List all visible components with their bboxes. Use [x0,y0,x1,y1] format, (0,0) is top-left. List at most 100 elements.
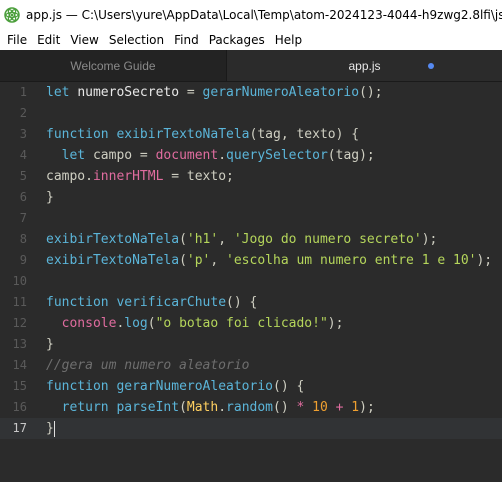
code-line[interactable]: 6} [0,187,502,208]
line-number: 7 [19,211,27,225]
line-number: 10 [12,274,27,288]
code-token: innerHTML [92,169,164,184]
line-number: 5 [19,169,27,183]
code-token: campo = [85,148,156,163]
menu-file[interactable]: File [0,33,32,47]
code-token: "o botao foi clicado!" [155,316,328,331]
menu-selection[interactable]: Selection [104,33,169,47]
code-token: return [61,400,109,415]
line-number: 9 [19,253,27,267]
code-line[interactable]: 2 [0,103,502,124]
code-editor[interactable]: 1 let numeroSecreto = gerarNumeroAleatori… [0,82,502,482]
line-number: 16 [12,400,27,414]
line-number: 4 [19,148,27,162]
code-text: } [46,334,54,355]
line-number: 17 [12,421,27,435]
code-line[interactable]: 3 function exibirTextoNaTela(tag, texto) … [0,124,502,145]
menu-packages[interactable]: Packages [204,33,270,47]
code-line[interactable]: 1 let numeroSecreto = gerarNumeroAleatori… [0,82,502,103]
code-line[interactable]: 15 function gerarNumeroAleatorio() { [0,376,502,397]
code-text: let numeroSecreto = gerarNumeroAleatorio… [46,82,383,103]
code-token: 'h1' [186,232,219,247]
code-token: random [226,400,274,415]
line-number: 15 [12,379,27,393]
code-token: } [46,337,54,352]
line-number: 11 [12,295,27,309]
code-token: numeroSecreto [77,85,180,100]
title-bar: app.js — C:\Users\yure\AppData\Local\Tem… [0,0,502,30]
line-number: 1 [19,85,27,99]
unsaved-dot-icon[interactable] [428,63,434,69]
code-text: return parseInt(Math.random() * 10 + 1); [46,397,375,418]
code-text: console.log("o botao foi clicado!"); [46,313,344,334]
tab-welcome-guide[interactable]: Welcome Guide [0,50,227,81]
menu-view[interactable]: View [65,33,103,47]
tab-app-js-label: app.js [348,58,381,73]
code-line[interactable]: 16 return parseInt(Math.random() * 10 + … [0,397,502,418]
code-text: } [46,418,55,439]
tab-app-js[interactable]: app.js [227,50,502,81]
code-token: function [46,295,109,310]
code-line[interactable]: 14 //gera um numero aleatorio [0,355,502,376]
code-line[interactable]: 17} [0,418,502,439]
code-token: exibirTextoNaTela [46,253,180,268]
code-token: . [218,148,227,163]
code-token: 'Jogo do numero secreto' [233,232,422,247]
code-token: campo. [46,169,93,184]
code-text: function gerarNumeroAleatorio() { [46,376,304,397]
code-text: //gera um numero aleatorio [46,355,250,376]
code-token: } [46,421,54,436]
code-line[interactable]: 4 let campo = document.querySelector(tag… [0,145,502,166]
menu-bar: File Edit View Selection Find Packages H… [0,30,502,50]
code-text: function exibirTextoNaTela(tag, texto) { [46,124,359,145]
code-token: } [46,190,54,205]
code-token: ( [147,316,156,331]
code-token: let [46,85,70,100]
code-text: exibirTextoNaTela('h1', 'Jogo do numero … [46,229,437,250]
code-text: function verificarChute() { [46,292,257,313]
code-line[interactable]: 7 [0,208,502,229]
code-token: verificarChute [116,295,227,310]
menu-edit[interactable]: Edit [32,33,65,47]
line-number: 13 [12,337,27,351]
code-text: let campo = document.querySelector(tag); [46,145,375,166]
code-text: } [46,187,54,208]
tab-bar: Welcome Guide app.js [0,50,502,82]
code-token: function [46,127,109,142]
window-title: app.js — C:\Users\yure\AppData\Local\Tem… [26,8,502,22]
menu-find[interactable]: Find [169,33,204,47]
code-token: ); [359,400,375,415]
code-line[interactable]: 5 campo.innerHTML = texto; [0,166,502,187]
code-token: querySelector [226,148,328,163]
code-token: (tag, texto) { [249,127,360,142]
code-token: console [61,316,117,331]
code-token: ( [179,400,187,415]
code-token: 10 [312,400,328,415]
code-token: ); [327,316,344,331]
code-token: function [46,379,109,394]
code-text: campo.innerHTML = texto; [46,166,234,187]
code-line[interactable]: 8 exibirTextoNaTela('h1', 'Jogo do numero… [0,229,502,250]
code-line[interactable]: 9 exibirTextoNaTela('p', 'escolha um nume… [0,250,502,271]
tab-welcome-guide-label: Welcome Guide [70,58,156,73]
code-token: let [61,148,86,163]
code-token: , [210,253,227,268]
code-token: (); [359,85,383,100]
code-line[interactable]: 10 [0,271,502,292]
code-token: Math [186,400,219,415]
code-token: exibirTextoNaTela [116,127,250,142]
line-number: 12 [12,316,27,330]
code-line[interactable]: 12 console.log("o botao foi clicado!"); [0,313,502,334]
code-token: log [124,316,148,331]
code-line[interactable]: 13} [0,334,502,355]
code-token: gerarNumeroAleatorio [116,379,273,394]
line-number: 8 [19,232,27,246]
code-token: = texto; [163,169,234,184]
code-token: gerarNumeroAleatorio [202,85,360,100]
atom-icon [4,7,20,23]
code-token: //gera um numero aleatorio [46,358,250,373]
code-line[interactable]: 11 function verificarChute() { [0,292,502,313]
menu-help[interactable]: Help [270,33,307,47]
